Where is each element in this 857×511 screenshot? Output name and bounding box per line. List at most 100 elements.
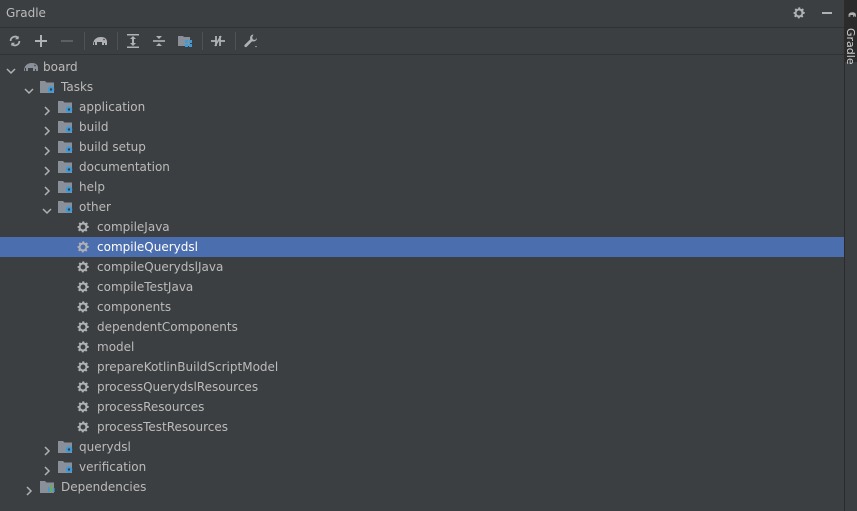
gear-icon — [76, 400, 92, 414]
tree-row[interactable]: compileQuerydsl — [0, 237, 844, 257]
tree-row[interactable]: Dependencies — [0, 477, 844, 497]
toggle-offline-icon[interactable] — [207, 30, 229, 52]
gear-icon — [76, 380, 92, 394]
toolbar-separator — [84, 32, 85, 50]
tree-row-label: build — [79, 120, 109, 134]
tree-row[interactable]: components — [0, 297, 844, 317]
gear-icon — [76, 240, 92, 254]
collapse-all-icon[interactable] — [148, 30, 170, 52]
tree-row-label: compileJava — [97, 220, 170, 234]
folder-gear-icon — [58, 140, 74, 154]
tree-row[interactable]: application — [0, 97, 844, 117]
tree-row-label: dependentComponents — [97, 320, 238, 334]
tree-row-label: help — [79, 180, 105, 194]
tree-row[interactable]: processQuerydslResources — [0, 377, 844, 397]
tree-row-label: querydsl — [79, 440, 131, 454]
settings-gear-icon[interactable] — [790, 4, 808, 22]
panel-header: Gradle — [0, 0, 844, 28]
tree-row-label: application — [79, 100, 146, 114]
tree-row-label: prepareKotlinBuildScriptModel — [97, 360, 279, 374]
folder-gear-icon — [40, 80, 56, 94]
folder-gear-icon — [58, 100, 74, 114]
tree-row-label: compileQuerydsl — [97, 240, 198, 254]
header-actions — [790, 4, 836, 22]
tree-row-label: board — [43, 60, 78, 74]
folder-gear-icon — [58, 460, 74, 474]
tree-row-label: Tasks — [61, 80, 94, 94]
chevron-down-icon[interactable] — [6, 62, 16, 75]
chevron-right-icon[interactable] — [42, 442, 52, 456]
folder-gear-icon — [58, 200, 74, 214]
tree-row[interactable]: help — [0, 177, 844, 197]
tree-row[interactable]: build — [0, 117, 844, 137]
tree-row[interactable]: other — [0, 197, 844, 217]
chevron-right-icon[interactable] — [42, 142, 52, 156]
folder-gear-icon — [58, 440, 74, 454]
folder-gear-icon — [58, 180, 74, 194]
minimize-icon[interactable] — [818, 4, 836, 22]
elephant-icon — [22, 60, 38, 74]
chevron-right-icon[interactable] — [42, 102, 52, 116]
group-modules-icon[interactable] — [174, 30, 196, 52]
tree-row[interactable]: verification — [0, 457, 844, 477]
tree-row[interactable]: prepareKotlinBuildScriptModel — [0, 357, 844, 377]
tree-row-label: build setup — [79, 140, 146, 154]
tree-row[interactable]: processResources — [0, 397, 844, 417]
chevron-down-icon[interactable] — [24, 82, 34, 95]
elephant-icon — [848, 12, 856, 17]
chevron-right-icon[interactable] — [42, 462, 52, 476]
tree-row[interactable]: compileQuerydslJava — [0, 257, 844, 277]
tree-row-label: processResources — [97, 400, 205, 414]
tree-row-label: documentation — [79, 160, 170, 174]
tree-row[interactable]: board — [0, 57, 844, 77]
folder-gear-icon — [58, 160, 74, 174]
folder-gear-icon — [58, 120, 74, 134]
chevron-right-icon[interactable] — [42, 122, 52, 136]
elephant-icon[interactable] — [89, 30, 111, 52]
chevron-right-icon[interactable] — [24, 482, 34, 496]
gear-icon — [76, 260, 92, 274]
gear-icon — [76, 360, 92, 374]
add-icon[interactable] — [30, 30, 52, 52]
tree-row-label: processQuerydslResources — [97, 380, 259, 394]
tree-row[interactable]: compileJava — [0, 217, 844, 237]
toolbar — [0, 28, 844, 55]
tree-row[interactable]: querydsl — [0, 437, 844, 457]
tree-row-label: verification — [79, 460, 147, 474]
toolbar-separator — [235, 32, 236, 50]
gradle-task-tree: board Tasks application build build setup doc… — [0, 57, 844, 497]
panel-title: Gradle — [6, 6, 46, 20]
tree-row[interactable]: Tasks — [0, 77, 844, 97]
side-tab-label: Gradle — [844, 28, 857, 65]
tree-row[interactable]: model — [0, 337, 844, 357]
tree-row-label: model — [97, 340, 135, 354]
gear-icon — [76, 340, 92, 354]
refresh-icon[interactable] — [4, 30, 26, 52]
tree-row-label: compileTestJava — [97, 280, 194, 294]
tree-row-label: processTestResources — [97, 420, 229, 434]
dependencies-icon — [40, 480, 56, 494]
tree-row[interactable]: build setup — [0, 137, 844, 157]
tree-row-label: components — [97, 300, 172, 314]
tree-row-label: other — [79, 200, 111, 214]
tree-row[interactable]: dependentComponents — [0, 317, 844, 337]
chevron-right-icon[interactable] — [42, 162, 52, 176]
gear-icon — [76, 300, 92, 314]
toolbar-separator — [117, 32, 118, 50]
gradle-side-tab[interactable]: Gradle — [844, 0, 857, 65]
expand-all-icon[interactable] — [122, 30, 144, 52]
chevron-right-icon[interactable] — [42, 182, 52, 196]
tree-row-label: Dependencies — [61, 480, 147, 494]
tree-row[interactable]: compileTestJava — [0, 277, 844, 297]
wrench-settings-icon[interactable] — [240, 30, 262, 52]
gear-icon — [76, 320, 92, 334]
remove-icon[interactable] — [56, 30, 78, 52]
chevron-down-icon[interactable] — [42, 202, 52, 215]
gear-icon — [76, 280, 92, 294]
tree-row[interactable]: processTestResources — [0, 417, 844, 437]
tree-row-label: compileQuerydslJava — [97, 260, 224, 274]
gradle-panel: Gradle board Tasks application build bui… — [0, 0, 844, 511]
tree-row[interactable]: documentation — [0, 157, 844, 177]
toolbar-separator — [202, 32, 203, 50]
gear-icon — [76, 420, 92, 434]
